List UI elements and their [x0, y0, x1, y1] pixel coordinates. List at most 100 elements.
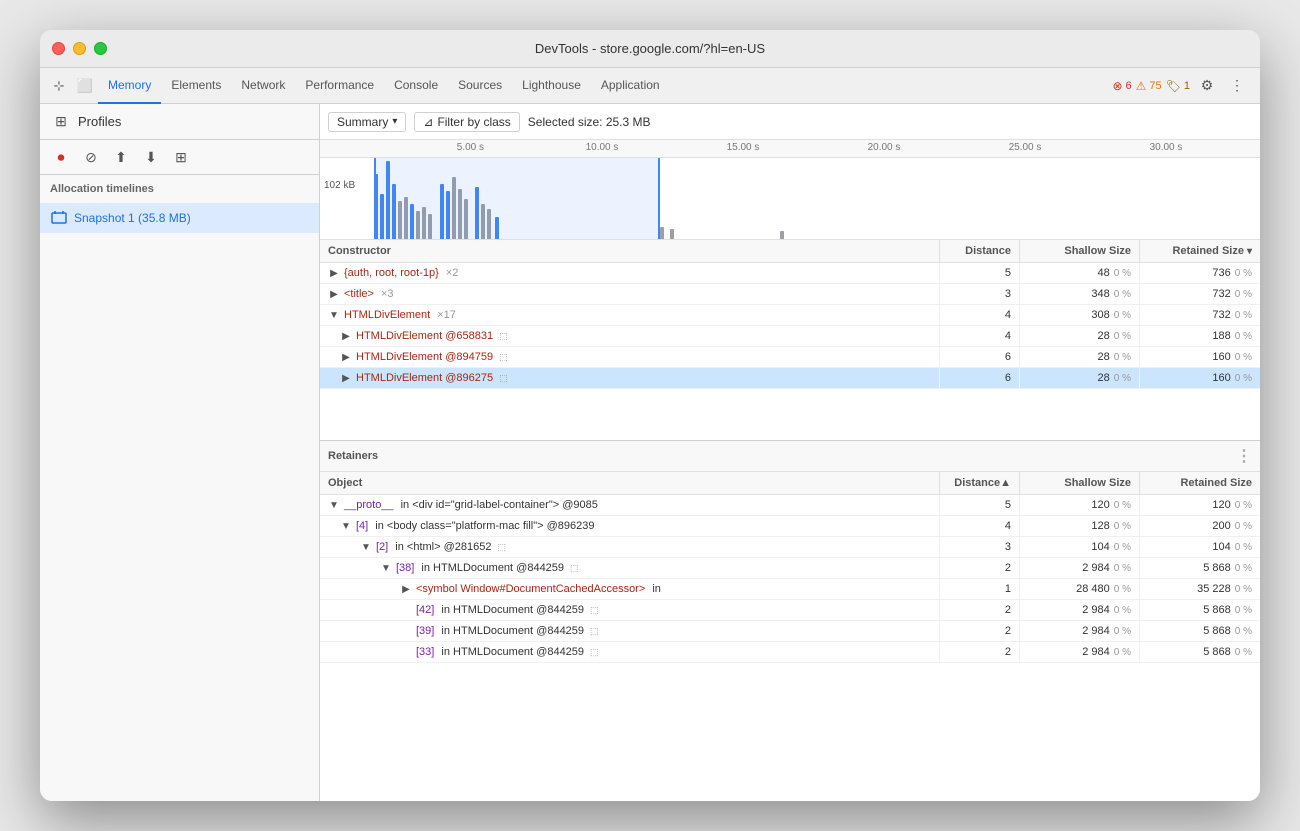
tab-bar-icons: ⊗ 6 ⚠ 75 🏷 1 ⚙ ⋮: [1112, 73, 1254, 99]
link-icon: ⬚: [497, 542, 506, 553]
link-icon: ⬚: [590, 626, 599, 637]
td-ret-shallow: 2 984 0 %: [1020, 642, 1140, 662]
device-toolbar-icon[interactable]: ⬜: [72, 73, 98, 99]
expand-icon[interactable]: ▶: [340, 351, 352, 363]
timeline-ruler: 5.00 s 10.00 s 15.00 s 20.00 s 25.00 s 3…: [320, 140, 1260, 158]
td-retained: 736 0 %: [1140, 263, 1260, 283]
td-ret-retained: 120 0 %: [1140, 495, 1260, 515]
table-row[interactable]: ▶ HTMLDivElement @894759 ⬚ 6 28 0 % 160 …: [320, 347, 1260, 368]
retainer-row[interactable]: ▶ [39] in HTMLDocument @844259 ⬚ 2 2 984…: [320, 621, 1260, 642]
th-ret-shallow: Shallow Size: [1020, 472, 1140, 494]
link-icon: ⬚: [570, 563, 579, 574]
profiles-title: Profiles: [78, 114, 121, 129]
ruler-mark-15s: 15.00 s: [727, 142, 760, 153]
td-shallow: 28 0 %: [1020, 326, 1140, 346]
td-retained: 160 0 %: [1140, 347, 1260, 367]
td-distance: 4: [940, 326, 1020, 346]
table-row[interactable]: ▶ <title> ×3 3 348 0 % 732 0 %: [320, 284, 1260, 305]
th-ret-retained: Retained Size: [1140, 472, 1260, 494]
main-content: ⊞ Profiles ⏺ ⊘ ⬆ ⬇ ⊞ Allocation timeline…: [40, 104, 1260, 801]
td-distance: 5: [940, 263, 1020, 283]
td-ret-shallow: 28 480 0 %: [1020, 579, 1140, 599]
td-ret-retained: 5 868 0 %: [1140, 600, 1260, 620]
record-icon[interactable]: ⏺: [48, 144, 74, 170]
tab-console[interactable]: Console: [384, 68, 448, 104]
upload-icon[interactable]: ⬆: [108, 144, 134, 170]
constructor-table-body[interactable]: ▶ {auth, root, root-1p} ×2 5 48 0 % 736 …: [320, 263, 1260, 440]
table-row[interactable]: ▼ HTMLDivElement ×17 4 308 0 % 732 0 %: [320, 305, 1260, 326]
tab-memory[interactable]: Memory: [98, 68, 161, 104]
timeline-bar: [780, 231, 784, 239]
retainer-row[interactable]: ▶ <symbol Window#DocumentCachedAccessor>…: [320, 579, 1260, 600]
tab-sources[interactable]: Sources: [448, 68, 512, 104]
expand-icon[interactable]: ▼: [380, 562, 392, 574]
td-ret-shallow: 128 0 %: [1020, 516, 1140, 536]
tab-application[interactable]: Application: [591, 68, 670, 104]
info-badge: 🏷 1: [1166, 79, 1190, 93]
expand-icon[interactable]: ▶: [328, 288, 340, 300]
retainer-row[interactable]: ▼ [4] in <body class="platform-mac fill"…: [320, 516, 1260, 537]
timeline-chart: 102 kB: [320, 158, 1260, 239]
retainer-row[interactable]: ▶ [42] in HTMLDocument @844259 ⬚ 2 2 984…: [320, 600, 1260, 621]
expand-icon[interactable]: ▼: [328, 499, 340, 511]
stop-icon[interactable]: ⊘: [78, 144, 104, 170]
table-row-selected[interactable]: ▶ HTMLDivElement @896275 ⬚ 6 28 0 % 160 …: [320, 368, 1260, 389]
td-retained: 188 0 %: [1140, 326, 1260, 346]
td-ret-retained: 104 0 %: [1140, 537, 1260, 557]
clear-icon[interactable]: ⊞: [168, 144, 194, 170]
maximize-button[interactable]: [94, 42, 107, 55]
profiles-settings-icon[interactable]: ⊞: [48, 109, 74, 135]
select-element-icon[interactable]: ⊹: [46, 73, 72, 99]
download-icon[interactable]: ⬇: [138, 144, 164, 170]
close-button[interactable]: [52, 42, 65, 55]
retainers-section: Retainers ⋮ Object Distance▲ Shallow Siz…: [320, 440, 1260, 801]
tab-elements[interactable]: Elements: [161, 68, 231, 104]
table-row[interactable]: ▶ HTMLDivElement @658831 ⬚ 4 28 0 % 188 …: [320, 326, 1260, 347]
td-ret-retained: 5 868 0 %: [1140, 642, 1260, 662]
tab-lighthouse[interactable]: Lighthouse: [512, 68, 591, 104]
tab-network[interactable]: Network: [231, 68, 295, 104]
retainers-menu-icon[interactable]: ⋮: [1236, 446, 1252, 466]
expand-icon[interactable]: ▶: [400, 583, 412, 595]
td-retained: 732 0 %: [1140, 305, 1260, 325]
expand-icon[interactable]: ▼: [360, 541, 372, 553]
expand-icon[interactable]: ▶: [340, 372, 352, 384]
td-ret-shallow: 2 984 0 %: [1020, 600, 1140, 620]
filter-by-class-button[interactable]: ⊿ Filter by class: [414, 112, 519, 132]
th-shallow: Shallow Size: [1020, 240, 1140, 262]
td-ret-distance: 2: [940, 621, 1020, 641]
expand-icon[interactable]: ▶: [328, 267, 340, 279]
td-ret-retained: 200 0 %: [1140, 516, 1260, 536]
th-ret-distance[interactable]: Distance▲: [940, 472, 1020, 494]
retainer-row[interactable]: ▼ [2] in <html> @281652 ⬚ 3 104 0 % 104 …: [320, 537, 1260, 558]
timeline-bar: [660, 227, 664, 239]
snapshot-label: Snapshot 1 (35.8 MB): [74, 211, 191, 225]
devtools-window: DevTools - store.google.com/?hl=en-US ⊹ …: [40, 30, 1260, 801]
retainer-row[interactable]: ▼ __proto__ in <div id="grid-label-conta…: [320, 495, 1260, 516]
settings-icon[interactable]: ⚙: [1194, 73, 1220, 99]
sidebar-item-snapshot1[interactable]: Snapshot 1 (35.8 MB): [40, 203, 319, 233]
ruler-mark-20s: 20.00 s: [868, 142, 901, 153]
sidebar-toolbar: ⊞ Profiles: [40, 104, 319, 140]
td-constructor: ▼ HTMLDivElement ×17: [320, 305, 940, 325]
link-icon: ⬚: [499, 352, 508, 363]
content-toolbar: Summary ▾ ⊿ Filter by class Selected siz…: [320, 104, 1260, 140]
minimize-button[interactable]: [73, 42, 86, 55]
link-icon: ⬚: [590, 605, 599, 616]
table-row[interactable]: ▶ {auth, root, root-1p} ×2 5 48 0 % 736 …: [320, 263, 1260, 284]
retainer-row[interactable]: ▼ [38] in HTMLDocument @844259 ⬚ 2 2 984…: [320, 558, 1260, 579]
td-ret-retained: 35 228 0 %: [1140, 579, 1260, 599]
td-ret-shallow: 120 0 %: [1020, 495, 1140, 515]
tab-performance[interactable]: Performance: [295, 68, 384, 104]
retainer-row[interactable]: ▶ [33] in HTMLDocument @844259 ⬚ 2 2 984…: [320, 642, 1260, 663]
summary-dropdown[interactable]: Summary ▾: [328, 112, 406, 132]
td-object: ▶ [39] in HTMLDocument @844259 ⬚: [320, 621, 940, 641]
retainers-body[interactable]: ▼ __proto__ in <div id="grid-label-conta…: [320, 495, 1260, 801]
expand-icon[interactable]: ▼: [340, 520, 352, 532]
td-ret-shallow: 2 984 0 %: [1020, 558, 1140, 578]
expand-icon[interactable]: ▼: [328, 309, 340, 321]
td-ret-distance: 2: [940, 558, 1020, 578]
more-options-icon[interactable]: ⋮: [1224, 73, 1250, 99]
timeline-area[interactable]: 5.00 s 10.00 s 15.00 s 20.00 s 25.00 s 3…: [320, 140, 1260, 240]
expand-icon[interactable]: ▶: [340, 330, 352, 342]
